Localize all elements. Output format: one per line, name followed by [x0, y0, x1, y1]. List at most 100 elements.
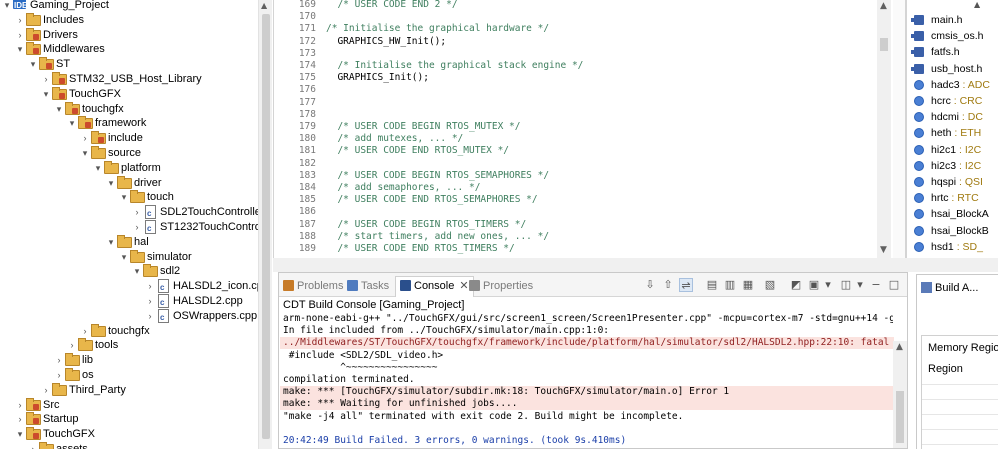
outline-item[interactable]: hrtc : RTC [914, 190, 979, 206]
outline-item[interactable]: hi2c1 : I2C [914, 142, 981, 158]
console-scroll-thumb[interactable] [896, 391, 904, 443]
folder-item[interactable]: ▾ Middlewares [15, 42, 105, 57]
close-tab-icon[interactable]: ✕ [459, 280, 468, 292]
editor-scrollbar[interactable]: ▲ ▼ [877, 0, 891, 258]
collapse-arrow-icon[interactable]: › [67, 338, 77, 353]
collapse-arrow-icon[interactable]: › [41, 72, 51, 87]
new-console-icon[interactable]: ◫ [839, 278, 853, 292]
outline-item[interactable]: hqspi : QSI [914, 174, 983, 190]
folder-item[interactable]: ▾ hal [106, 234, 149, 250]
folder-item[interactable]: ▾ platform [93, 160, 161, 176]
folder-item[interactable]: › include [80, 131, 143, 146]
collapse-arrow-icon[interactable]: › [80, 131, 90, 146]
outline-item[interactable]: cmsis_os.h [911, 28, 984, 44]
outline-item[interactable]: hsai_BlockA [914, 206, 989, 222]
pin-console-icon[interactable]: ▧ [763, 278, 777, 292]
paste-icon[interactable]: ▥ [723, 278, 737, 292]
collapse-arrow-icon[interactable]: › [41, 383, 51, 398]
project-item[interactable]: ▾ IDE Gaming_Project [2, 0, 109, 13]
folder-item[interactable]: › tools [67, 338, 118, 353]
folder-item[interactable]: ▾ driver [106, 175, 162, 191]
tab-problems[interactable]: Problems [283, 277, 343, 295]
expand-arrow-icon[interactable]: ▾ [106, 235, 116, 250]
folder-item[interactable]: › Startup [15, 412, 78, 427]
scroll-lock-up-icon[interactable]: ⇧ [661, 278, 675, 292]
collapse-arrow-icon[interactable]: › [145, 279, 155, 294]
collapse-arrow-icon[interactable]: › [132, 220, 142, 235]
explorer-scroll-thumb[interactable] [262, 14, 270, 439]
folder-item[interactable]: ▾ source [80, 146, 141, 161]
collapse-arrow-icon[interactable]: › [132, 205, 142, 220]
collapse-arrow-icon[interactable]: › [15, 412, 25, 427]
expand-arrow-icon[interactable]: ▾ [28, 57, 38, 72]
expand-arrow-icon[interactable]: ▾ [132, 264, 142, 279]
folder-item[interactable]: › os [54, 368, 94, 383]
folder-item[interactable]: › touchgfx [80, 323, 150, 339]
minimize-icon[interactable]: − [869, 278, 883, 292]
expand-arrow-icon[interactable]: ▾ [67, 116, 77, 131]
scroll-up-icon[interactable]: ▲ [880, 1, 887, 11]
file-item[interactable]: › c ST1232TouchControlle [132, 220, 272, 235]
collapse-arrow-icon[interactable]: › [28, 442, 38, 449]
dropdown-icon[interactable]: ▾ [821, 278, 835, 292]
outline-item[interactable]: hdcmi : DC [914, 109, 983, 125]
memory-regions-header[interactable]: Memory Regions [928, 342, 998, 354]
folder-item[interactable]: › lib [54, 353, 93, 368]
collapse-arrow-icon[interactable]: › [145, 294, 155, 309]
expand-arrow-icon[interactable]: ▾ [54, 102, 64, 117]
explorer-scrollbar[interactable]: ▲ [258, 0, 272, 449]
outline-item[interactable]: hi2c3 : I2C [914, 158, 981, 174]
outline-item[interactable]: hsd1 : SD_ [914, 239, 983, 255]
console-scrollbar[interactable]: ▲ [893, 341, 907, 448]
outline-item[interactable]: fatfs.h [911, 44, 960, 60]
tab-tasks[interactable]: Tasks [347, 277, 389, 295]
folder-item[interactable]: ▾ framework [67, 116, 146, 131]
outline-item[interactable]: usb_host.h [911, 61, 982, 77]
folder-item[interactable]: ▾ TouchGFX [15, 427, 95, 442]
file-item[interactable]: › c SDL2TouchController.c [132, 205, 272, 220]
scroll-up-icon[interactable]: ▲ [261, 1, 267, 10]
code-editor[interactable]: ▲ ▼ 169 /* USER CODE END 2 */ 170 171 /* In… [273, 0, 906, 258]
region-column-header[interactable]: Region [928, 363, 963, 375]
clear-console-icon[interactable]: ▦ [741, 278, 755, 292]
maximize-icon[interactable]: □ [887, 278, 901, 292]
copy-icon[interactable]: ▤ [705, 278, 719, 292]
outline-item[interactable]: hsai_BlockB [914, 223, 989, 239]
open-console-icon[interactable]: ▣ [807, 278, 821, 292]
collapse-arrow-icon[interactable]: › [145, 309, 155, 324]
scroll-down-icon[interactable]: ▼ [880, 245, 887, 255]
folder-item[interactable]: › Drivers [15, 27, 78, 43]
collapse-arrow-icon[interactable]: › [15, 28, 25, 43]
expand-arrow-icon[interactable]: ▾ [106, 176, 116, 191]
folder-item[interactable]: › Includes [15, 12, 84, 28]
collapse-arrow-icon[interactable]: › [54, 368, 64, 383]
file-item[interactable]: › c HALSDL2.cpp [145, 294, 243, 309]
tab-console[interactable]: Console ✕ [395, 276, 474, 297]
collapse-arrow-icon[interactable]: › [15, 398, 25, 413]
horizontal-sash[interactable] [273, 258, 998, 272]
scroll-lock-down-icon[interactable]: ⇩ [643, 278, 657, 292]
tab-build-analyzer[interactable]: Build A... [921, 279, 978, 297]
expand-arrow-icon[interactable]: ▾ [119, 190, 129, 205]
collapse-arrow-icon[interactable]: › [15, 13, 25, 28]
display-selected-console-icon[interactable]: ◩ [789, 278, 803, 292]
outline-item[interactable]: hcrc : CRC [914, 93, 982, 109]
folder-item[interactable]: › STM32_USB_Host_Library [41, 72, 202, 87]
expand-arrow-icon[interactable]: ▾ [119, 250, 129, 265]
collapse-arrow-icon[interactable]: › [80, 324, 90, 339]
folder-item[interactable]: ▾ TouchGFX [41, 86, 121, 102]
folder-item[interactable]: ▾ touch [119, 190, 174, 205]
expand-arrow-icon[interactable]: ▾ [2, 0, 12, 13]
tab-properties[interactable]: Properties [469, 277, 533, 295]
file-item[interactable]: › c HALSDL2_icon.cpp [145, 279, 269, 294]
collapse-arrow-icon[interactable]: › [54, 353, 64, 368]
expand-arrow-icon[interactable]: ▾ [15, 42, 25, 57]
folder-item[interactable]: ▾ simulator [119, 249, 192, 265]
scroll-up-icon[interactable]: ▲ [896, 342, 903, 352]
expand-arrow-icon[interactable]: ▾ [80, 146, 90, 161]
vertical-sash[interactable] [905, 0, 906, 264]
folder-item[interactable]: › Third_Party [41, 382, 126, 398]
outline-item[interactable]: main.h [911, 12, 963, 28]
expand-arrow-icon[interactable]: ▾ [93, 161, 103, 176]
expand-arrow-icon[interactable]: ▾ [41, 87, 51, 102]
